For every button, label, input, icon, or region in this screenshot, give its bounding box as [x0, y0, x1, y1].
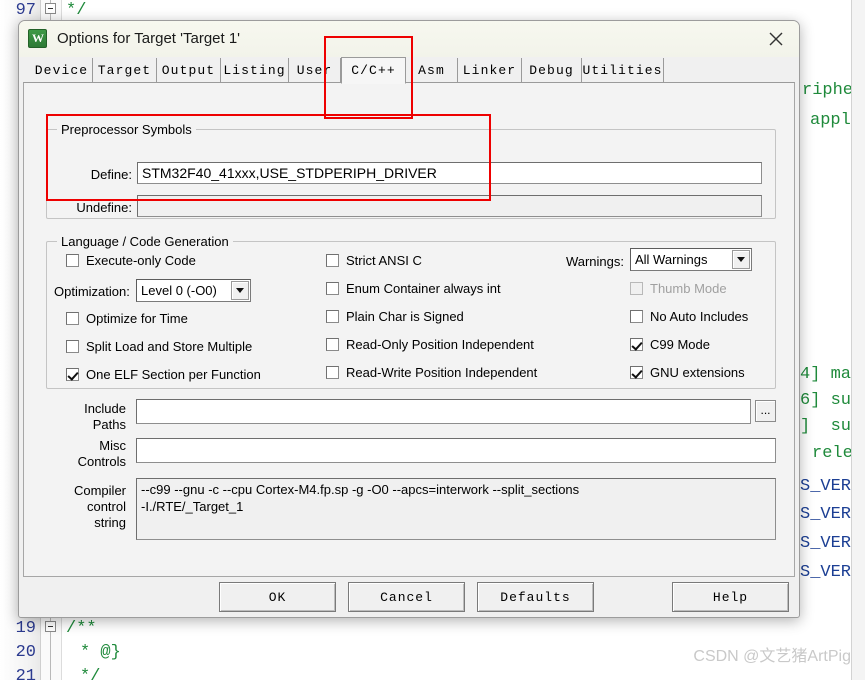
optimization-value: Level 0 (-O0) — [141, 283, 217, 298]
checkbox-plain-char-is-signed[interactable]: Plain Char is Signed — [326, 309, 464, 324]
keil-uvision-glyph: W — [32, 31, 44, 45]
checkbox-box — [326, 366, 339, 379]
checkbox-label: No Auto Includes — [650, 309, 749, 324]
tab-target[interactable]: Target — [93, 58, 157, 83]
undefine-input[interactable] — [137, 195, 762, 217]
tab-debug[interactable]: Debug — [522, 58, 582, 83]
checkbox-box — [326, 338, 339, 351]
checkbox-box — [630, 366, 643, 379]
compiler-control-string-output: --c99 --gnu -c --cpu Cortex-M4.fp.sp -g … — [136, 478, 776, 540]
code-text: /** — [66, 619, 97, 638]
checkbox-optimize-for-time[interactable]: Optimize for Time — [66, 311, 188, 326]
checkbox-label: Read-Only Position Independent — [346, 337, 534, 352]
checkbox-label: Optimize for Time — [86, 311, 188, 326]
language-group-title: Language / Code Generation — [57, 234, 233, 249]
checkbox-read-write-position-independent[interactable]: Read-Write Position Independent — [326, 365, 537, 380]
tab-asm[interactable]: Asm — [406, 58, 458, 83]
checkbox-box — [326, 254, 339, 267]
checkbox-label: Plain Char is Signed — [346, 309, 464, 324]
include-paths-input[interactable] — [136, 399, 751, 424]
optimization-label: Optimization: — [54, 284, 130, 299]
checkbox-box — [326, 310, 339, 323]
tab-device[interactable]: Device — [31, 58, 93, 83]
undefine-label: Undefine: — [76, 200, 132, 215]
checkbox-label: Thumb Mode — [650, 281, 727, 296]
line-number: 19 — [15, 619, 36, 638]
preprocessor-group-title: Preprocessor Symbols — [57, 122, 196, 137]
csdn-watermark: CSDN @文艺猪ArtPig — [693, 648, 851, 665]
defaults-button[interactable]: Defaults — [477, 582, 594, 612]
warnings-select[interactable]: All Warnings — [630, 248, 752, 271]
misc-controls-label: Misc Controls — [77, 438, 126, 469]
define-label: Define: — [90, 167, 132, 182]
compiler-control-string-label: Compiler control string — [73, 483, 126, 530]
tab-user[interactable]: User — [289, 58, 341, 83]
define-input[interactable]: STM32F40_41xxx,USE_STDPERIPH_DRIVER — [137, 162, 762, 184]
cancel-button[interactable]: Cancel — [348, 582, 465, 612]
checkbox-no-auto-includes[interactable]: No Auto Includes — [630, 309, 748, 324]
checkbox-label: Read-Write Position Independent — [346, 365, 538, 380]
misc-controls-input[interactable] — [136, 438, 776, 463]
optimization-select[interactable]: Level 0 (-O0) — [136, 279, 251, 302]
code-text: rele — [812, 444, 853, 463]
checkbox-box — [66, 368, 79, 381]
tab-bar[interactable]: Device Target Output Listing User C/C++ … — [19, 57, 799, 84]
dialog-titlebar[interactable]: W Options for Target 'Target 1' — [19, 21, 799, 58]
code-text: */ — [66, 1, 87, 20]
options-for-target-dialog: W Options for Target 'Target 1' Device T… — [18, 20, 800, 618]
checkbox-box — [630, 282, 643, 295]
line-number: 97 — [15, 1, 36, 20]
checkbox-execute-only-code[interactable]: Execute-only Code — [66, 253, 196, 268]
code-text: * @} — [80, 643, 121, 662]
chevron-down-icon[interactable] — [231, 281, 249, 300]
dialog-title: Options for Target 'Target 1' — [57, 30, 241, 47]
checkbox-box — [326, 282, 339, 295]
tab-listing[interactable]: Listing — [221, 58, 289, 83]
checkbox-box — [66, 254, 79, 267]
chevron-down-icon[interactable] — [732, 250, 750, 269]
checkbox-label: One ELF Section per Function — [86, 367, 261, 382]
checkbox-strict-ansi-c[interactable]: Strict ANSI C — [326, 253, 422, 268]
ok-button[interactable]: OK — [219, 582, 336, 612]
checkbox-read-only-position-independent[interactable]: Read-Only Position Independent — [326, 337, 534, 352]
checkbox-enum-container-always-int[interactable]: Enum Container always int — [326, 281, 501, 296]
warnings-value: All Warnings — [635, 252, 708, 267]
checkbox-thumb-mode: Thumb Mode — [630, 281, 727, 296]
line-number: 21 — [15, 667, 36, 686]
checkbox-gnu-extensions[interactable]: GNU extensions — [630, 365, 745, 380]
tab-utilities[interactable]: Utilities — [582, 58, 664, 83]
code-text: */ — [80, 667, 101, 686]
checkbox-box — [66, 340, 79, 353]
checkbox-label: Execute-only Code — [86, 253, 196, 268]
checkbox-box — [630, 310, 643, 323]
include-paths-label: Include Paths — [84, 401, 126, 432]
checkbox-label: C99 Mode — [650, 337, 710, 352]
tab-linker[interactable]: Linker — [458, 58, 522, 83]
checkbox-label: GNU extensions — [650, 365, 745, 380]
warnings-label: Warnings: — [565, 254, 624, 269]
checkbox-c99-mode[interactable]: C99 Mode — [630, 337, 710, 352]
close-icon[interactable] — [753, 21, 799, 56]
checkbox-label: Enum Container always int — [346, 281, 501, 296]
checkbox-label: Split Load and Store Multiple — [86, 339, 253, 354]
fold-toggle-icon[interactable] — [45, 3, 56, 14]
checkbox-one-elf-section-per-function[interactable]: One ELF Section per Function — [66, 367, 261, 382]
editor-scrollbar[interactable] — [851, 0, 865, 680]
checkbox-box — [630, 338, 643, 351]
checkbox-label: Strict ANSI C — [346, 253, 422, 268]
line-number: 20 — [15, 643, 36, 662]
fold-toggle-icon[interactable] — [45, 621, 56, 632]
tab-output[interactable]: Output — [157, 58, 221, 83]
keil-uvision-icon: W — [28, 29, 47, 48]
tab-c-cpp[interactable]: C/C++ — [341, 57, 406, 84]
include-paths-browse-button[interactable]: ... — [755, 400, 776, 422]
checkbox-box — [66, 312, 79, 325]
checkbox-split-load-and-store-multiple[interactable]: Split Load and Store Multiple — [66, 339, 252, 354]
tab-page-c-cpp: Preprocessor Symbols Define: STM32F40_41… — [23, 82, 795, 577]
help-button[interactable]: Help — [672, 582, 789, 612]
